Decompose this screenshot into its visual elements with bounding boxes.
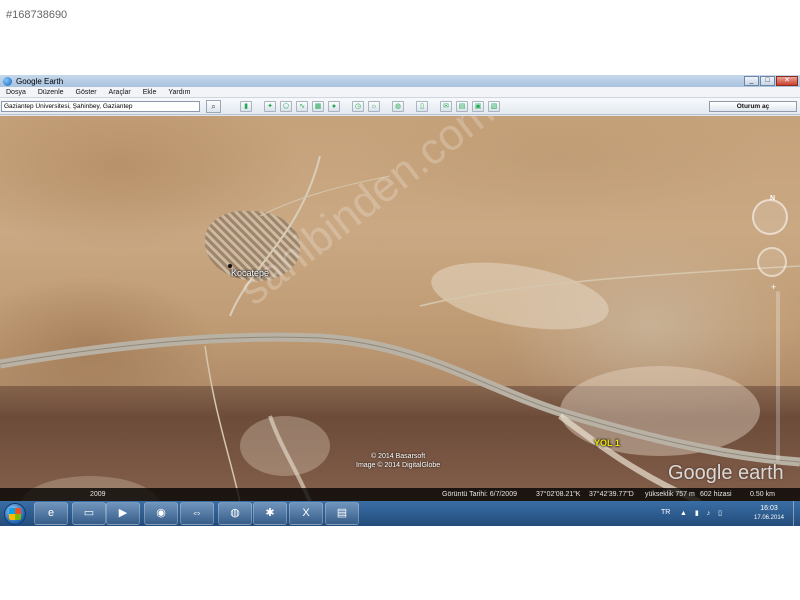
road-label[interactable]: YOL 1: [594, 438, 620, 448]
path-icon: ∿: [299, 103, 305, 110]
listing-id: #168738690: [6, 9, 68, 21]
excel-icon: X: [302, 507, 310, 519]
menu-file[interactable]: Dosya: [0, 89, 32, 96]
menu-bar: Dosya Düzenle Göster Araçlar Ekle Yardım: [0, 87, 800, 98]
teamviewer-icon: ⇔: [191, 507, 203, 519]
planet-switch-button[interactable]: ◍: [392, 101, 404, 112]
windows-taskbar: e ▭ ▶ ◉ ⇔ ◍ ✱ X ▤ TR ▲ ▮ ♪ ▯ 16:03 17.06…: [0, 501, 800, 526]
record-icon: ●: [331, 103, 337, 110]
email-button[interactable]: ✉: [440, 101, 452, 112]
local-road: [419, 265, 800, 307]
chrome-icon: ◉: [156, 507, 166, 519]
search-input[interactable]: [1, 101, 200, 112]
notepad-icon: ▤: [336, 507, 348, 519]
sidebar-icon: ▮: [244, 103, 248, 110]
overlay-icon: ▦: [314, 103, 322, 110]
tray-language[interactable]: TR: [661, 509, 670, 516]
status-imagery-date: Görüntü Tarihi: 6/7/2009: [442, 491, 517, 498]
status-eye-altitude-label: 602 hizasi: [700, 491, 732, 498]
status-elevation: yükseklik 757 m: [645, 491, 695, 498]
envelope-icon: ✉: [443, 103, 449, 110]
menu-help[interactable]: Yardım: [162, 89, 196, 96]
ruler-button[interactable]: ▯: [416, 101, 428, 112]
maximize-button[interactable]: □: [760, 76, 775, 86]
taskbar-google-earth[interactable]: ◍: [218, 502, 252, 525]
path-button[interactable]: ∿: [296, 101, 308, 112]
window-controls: _ □ ✕: [744, 76, 798, 86]
menu-edit[interactable]: Düzenle: [32, 89, 70, 96]
zoom-slider[interactable]: [776, 291, 780, 461]
historical-imagery-button[interactable]: ◷: [352, 101, 364, 112]
taskbar-file-explorer[interactable]: ▭: [72, 502, 106, 525]
sidebar-toggle-button[interactable]: ▮: [240, 101, 252, 112]
close-button[interactable]: ✕: [776, 76, 798, 86]
search-button[interactable]: ⌕: [206, 100, 221, 113]
place-label[interactable]: Kocatepe: [231, 268, 269, 278]
polygon-button[interactable]: ⬠: [280, 101, 292, 112]
internet-explorer-icon: e: [47, 507, 55, 519]
compass-north-label: N: [770, 195, 776, 202]
zoom-in-icon[interactable]: +: [771, 282, 776, 292]
folder-icon: ▭: [83, 507, 95, 519]
menu-tools[interactable]: Araçlar: [103, 89, 137, 96]
local-road: [204, 345, 241, 502]
menu-view[interactable]: Göster: [70, 89, 103, 96]
google-earth-window: Google Earth _ □ ✕ Dosya Düzenle Göster …: [0, 75, 800, 526]
status-year: 2009: [90, 491, 106, 498]
toolbar: ⌕ ▮ ✦ ⬠ ∿ ▦ ● ◷ ☼ ◍ ▯ ✉ ▤ ▣ ▧ Oturum aç: [0, 98, 800, 115]
clock-icon: ◷: [354, 103, 362, 110]
copyright-digitalglobe: Image © 2014 DigitalGlobe: [356, 462, 441, 469]
view-in-maps-button[interactable]: ▧: [488, 101, 500, 112]
print-button[interactable]: ▤: [456, 101, 468, 112]
show-desktop-button[interactable]: [793, 501, 800, 526]
tray-time[interactable]: 16:03: [749, 505, 789, 512]
screenshot-page: #168738690 Google Earth _ □ ✕ Dosya Düze…: [0, 0, 800, 600]
menu-add[interactable]: Ekle: [137, 89, 163, 96]
taskbar-media-player[interactable]: ▶: [106, 502, 140, 525]
compass-control[interactable]: [752, 199, 788, 235]
network-app-icon: ✱: [265, 507, 275, 519]
window-title: Google Earth: [16, 76, 64, 86]
planet-icon: ◍: [394, 103, 402, 110]
printer-icon: ▤: [458, 103, 466, 110]
tray-date[interactable]: 17.06.2014: [749, 515, 789, 521]
search-icon: ⌕: [211, 102, 216, 111]
windows-logo-icon: [9, 508, 21, 520]
overlay-button[interactable]: ▦: [312, 101, 324, 112]
minimize-button[interactable]: _: [744, 76, 759, 86]
taskbar-internet-explorer[interactable]: e: [34, 502, 68, 525]
sun-icon: ☼: [370, 103, 378, 110]
status-latitude: 37°02'08.21"K: [536, 491, 581, 498]
status-bar: 2009 Görüntü Tarihi: 6/7/2009 37°02'08.2…: [0, 488, 800, 501]
pin-icon: ✦: [267, 103, 273, 110]
taskbar-network-app[interactable]: ✱: [253, 502, 287, 525]
media-player-icon: ▶: [118, 507, 128, 519]
google-earth-logo: Google earth: [668, 462, 784, 484]
google-earth-taskbar-icon: ◍: [230, 507, 240, 519]
polygon-icon: ⬠: [282, 103, 290, 110]
status-longitude: 37°42'39.77"D: [589, 491, 634, 498]
status-eye-altitude: 0.50 km: [750, 491, 775, 498]
taskbar-notepad[interactable]: ▤: [325, 502, 359, 525]
save-image-button[interactable]: ▣: [472, 101, 484, 112]
taskbar-excel[interactable]: X: [289, 502, 323, 525]
map-view[interactable]: sahibinden.com Kocatepe YOL 1 N + © 2014…: [0, 116, 800, 502]
sign-in-button[interactable]: Oturum aç: [709, 101, 797, 112]
sunlight-button[interactable]: ☼: [368, 101, 380, 112]
google-earth-icon: [3, 76, 12, 86]
look-joystick[interactable]: [757, 247, 787, 277]
taskbar-teamviewer[interactable]: ⇔: [180, 502, 214, 525]
title-bar[interactable]: Google Earth _ □ ✕: [0, 75, 800, 87]
copyright-basarsoft: © 2014 Basarsoft: [371, 453, 426, 460]
placemark-button[interactable]: ✦: [264, 101, 276, 112]
tray-icons[interactable]: ▲ ▮ ♪ ▯: [680, 509, 725, 517]
save-image-icon: ▣: [474, 103, 482, 110]
map-icon: ▧: [490, 103, 498, 110]
taskbar-chrome[interactable]: ◉: [144, 502, 178, 525]
tour-record-button[interactable]: ●: [328, 101, 340, 112]
ruler-icon: ▯: [420, 103, 424, 110]
